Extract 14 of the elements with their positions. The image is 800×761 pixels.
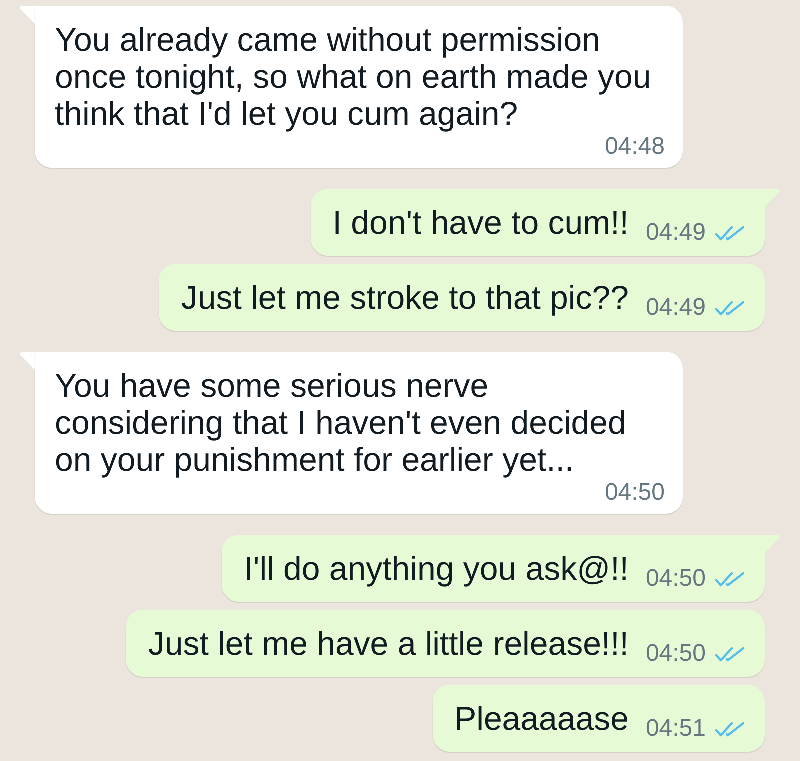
message-time: 04:49 [646,296,706,320]
message-time: 04:50 [646,642,706,666]
message-time: 04:51 [646,717,706,741]
message-time: 04:49 [646,221,706,245]
message-time: 04:50 [646,567,706,591]
message-text: I'll do anything you ask@!! [244,550,629,587]
message-text: Pleaaaaase [454,700,629,737]
message-text: Just let me stroke to that pic?? [181,279,629,316]
message-text: Just let me have a little release!!! [148,625,629,662]
message-time: 04:50 [604,482,665,504]
message-time: 04:48 [604,136,665,158]
message-text: You have some serious nerve considering that I haven't even decided on your punishment for earlier yet... [55,367,628,478]
message-text: You already came without permission once tonight, so what on earth made you think that I'd let you cum again? [55,21,652,132]
message-text: I don't have to cum!! [332,204,629,241]
